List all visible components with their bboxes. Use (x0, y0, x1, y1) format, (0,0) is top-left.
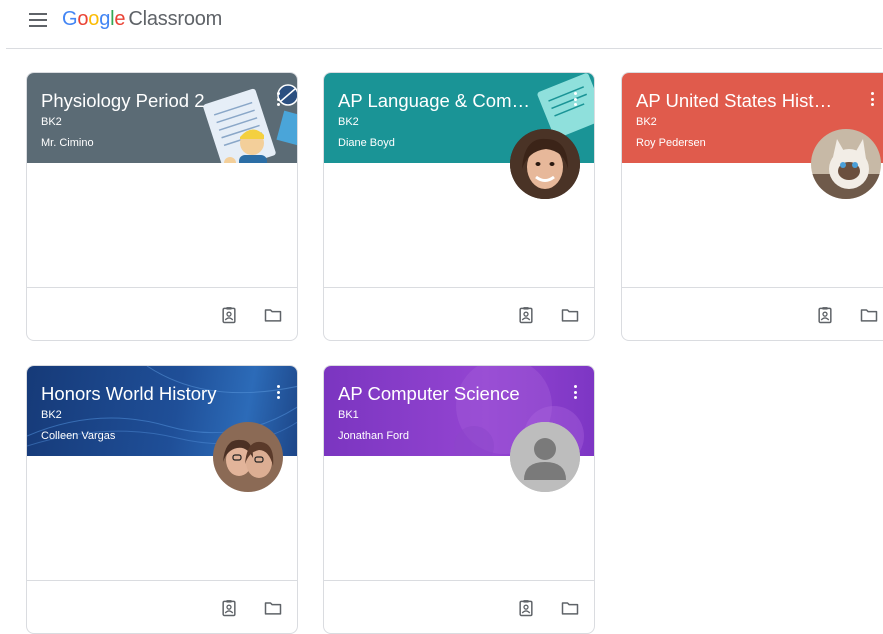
logo-letter: o (77, 8, 89, 30)
class-section: BK2 (636, 116, 657, 128)
folder-icon[interactable] (859, 305, 879, 325)
class-title-link[interactable]: AP Computer Science (338, 383, 534, 405)
folder-icon[interactable] (263, 598, 283, 618)
more-options-icon[interactable] (273, 383, 283, 401)
card-footer (324, 287, 594, 340)
teacher-photo-icon (213, 422, 283, 492)
logo-letter: o (88, 8, 100, 30)
cat-photo-icon (811, 129, 881, 199)
more-options-icon[interactable] (273, 90, 283, 108)
your-work-icon[interactable] (815, 305, 835, 325)
class-title-link[interactable]: Honors World History (41, 383, 237, 405)
class-section: BK2 (41, 409, 62, 421)
class-card-ap-language[interactable]: AP Language & Composition BK2 Diane Boyd (323, 72, 595, 341)
class-card-honors-world-history[interactable]: Honors World History BK2 Colleen Vargas (26, 365, 298, 634)
class-section: BK1 (338, 409, 359, 421)
teacher-avatar[interactable] (510, 129, 580, 199)
teacher-avatar[interactable] (510, 422, 580, 492)
card-footer (27, 580, 297, 633)
teacher-name[interactable]: Jonathan Ford (338, 430, 409, 442)
logo-letter: g (99, 8, 111, 30)
header-divider (6, 48, 882, 49)
class-section: BK2 (338, 116, 359, 128)
more-options-icon[interactable] (570, 383, 580, 401)
your-work-icon[interactable] (219, 305, 239, 325)
logo-letter: G (62, 8, 78, 30)
class-card-physiology[interactable]: Physiology Period 2 BK2 Mr. Cimino (26, 72, 298, 341)
more-options-icon[interactable] (867, 90, 877, 108)
main-menu-icon[interactable] (29, 13, 47, 27)
your-work-icon[interactable] (516, 598, 536, 618)
header-illustration (203, 84, 297, 163)
card-footer (27, 287, 297, 340)
class-title-link[interactable]: AP United States History (636, 90, 836, 112)
teacher-name[interactable]: Colleen Vargas (41, 430, 115, 442)
class-card-ap-us-history[interactable]: AP United States History BK2 Roy Pederse… (621, 72, 883, 341)
card-header: Physiology Period 2 BK2 Mr. Cimino (27, 73, 297, 163)
class-card-ap-computer-science[interactable]: AP Computer Science BK1 Jonathan Ford (323, 365, 595, 634)
more-options-icon[interactable] (570, 90, 580, 108)
folder-icon[interactable] (560, 305, 580, 325)
google-classroom-logo[interactable]: Google Classroom (62, 8, 222, 31)
default-person-icon (510, 422, 580, 492)
folder-icon[interactable] (263, 305, 283, 325)
folder-icon[interactable] (560, 598, 580, 618)
teacher-name[interactable]: Mr. Cimino (41, 137, 94, 149)
card-footer (622, 287, 883, 340)
class-title-link[interactable]: AP Language & Composition (338, 90, 534, 112)
product-name: Classroom (128, 8, 223, 30)
teacher-avatar[interactable] (213, 422, 283, 492)
your-work-icon[interactable] (219, 598, 239, 618)
class-title-link[interactable]: Physiology Period 2 (41, 90, 237, 112)
logo-letter: e (114, 8, 126, 30)
teacher-name[interactable]: Diane Boyd (338, 137, 395, 149)
card-footer (324, 580, 594, 633)
teacher-name[interactable]: Roy Pedersen (636, 137, 706, 149)
teacher-photo-icon (510, 129, 580, 199)
teacher-avatar[interactable] (811, 129, 881, 199)
class-section: BK2 (41, 116, 62, 128)
top-app-bar: Google Classroom (0, 0, 883, 48)
your-work-icon[interactable] (516, 305, 536, 325)
